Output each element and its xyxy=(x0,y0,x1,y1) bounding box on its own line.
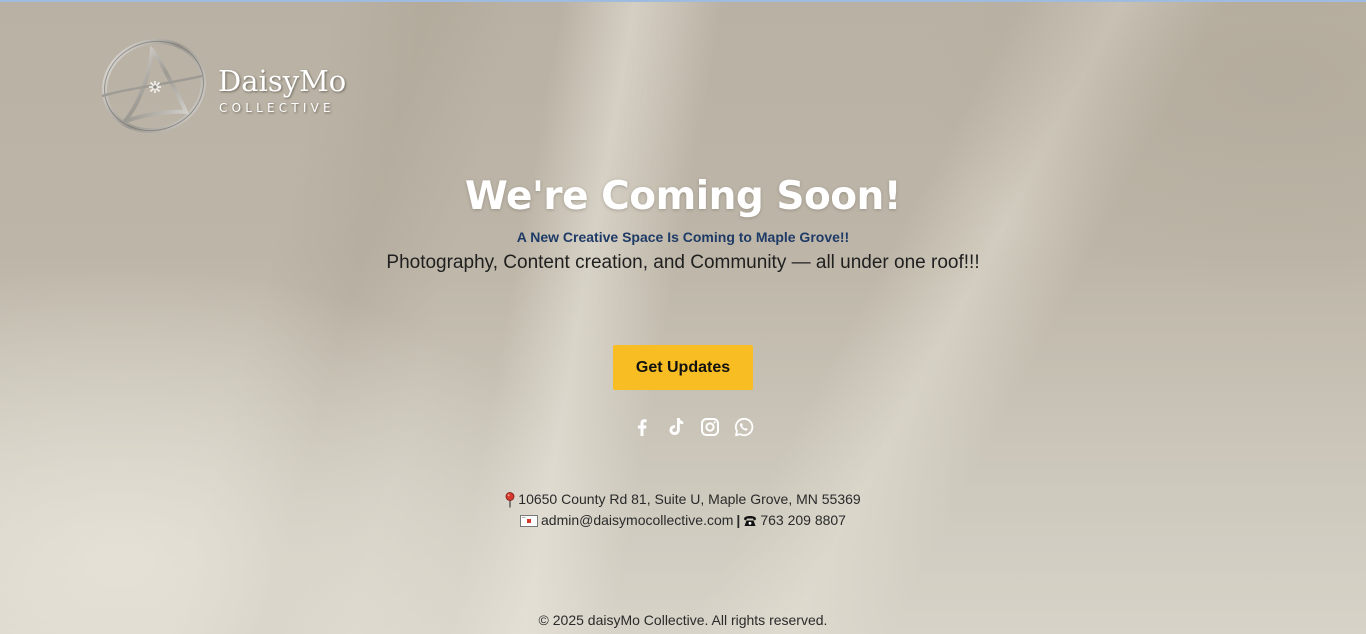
window-top-border xyxy=(0,0,1366,2)
contact-separator: | xyxy=(736,512,741,528)
phone-link[interactable]: 763 209 8807 xyxy=(760,512,846,528)
get-updates-button[interactable]: Get Updates xyxy=(613,345,753,390)
instagram-icon xyxy=(701,418,719,436)
address-text: 10650 County Rd 81, Suite U, Maple Grove… xyxy=(518,491,861,507)
facebook-icon xyxy=(637,419,647,436)
pin-icon xyxy=(505,492,515,508)
social-links xyxy=(630,415,756,439)
contact-info: admin@daisymocollective.com | 763 209 880… xyxy=(0,512,1366,528)
tiktok-link[interactable] xyxy=(664,415,688,439)
footer-copyright: © 2025 daisyMo Collective. All rights re… xyxy=(538,612,828,628)
logo-mark-icon xyxy=(101,38,206,134)
whatsapp-link[interactable] xyxy=(732,415,756,439)
instagram-link[interactable] xyxy=(698,415,722,439)
hero-subtitle: A New Creative Space Is Coming to Maple … xyxy=(516,229,850,245)
whatsapp-icon xyxy=(734,417,754,437)
tiktok-icon xyxy=(669,418,684,435)
contact-address: 10650 County Rd 81, Suite U, Maple Grove… xyxy=(0,491,1366,508)
email-link[interactable]: admin@daisymocollective.com xyxy=(541,512,733,528)
hero-description: Photography, Content creation, and Commu… xyxy=(386,252,980,273)
phone-icon xyxy=(744,516,757,527)
brand-tagline: COLLECTIVE xyxy=(219,101,335,115)
brand-logo[interactable]: DaisyMo COLLECTIVE xyxy=(98,36,358,136)
page-title: We're Coming Soon! xyxy=(464,174,902,219)
email-icon xyxy=(520,515,539,528)
facebook-link[interactable] xyxy=(630,415,654,439)
brand-name: DaisyMo xyxy=(218,64,347,98)
